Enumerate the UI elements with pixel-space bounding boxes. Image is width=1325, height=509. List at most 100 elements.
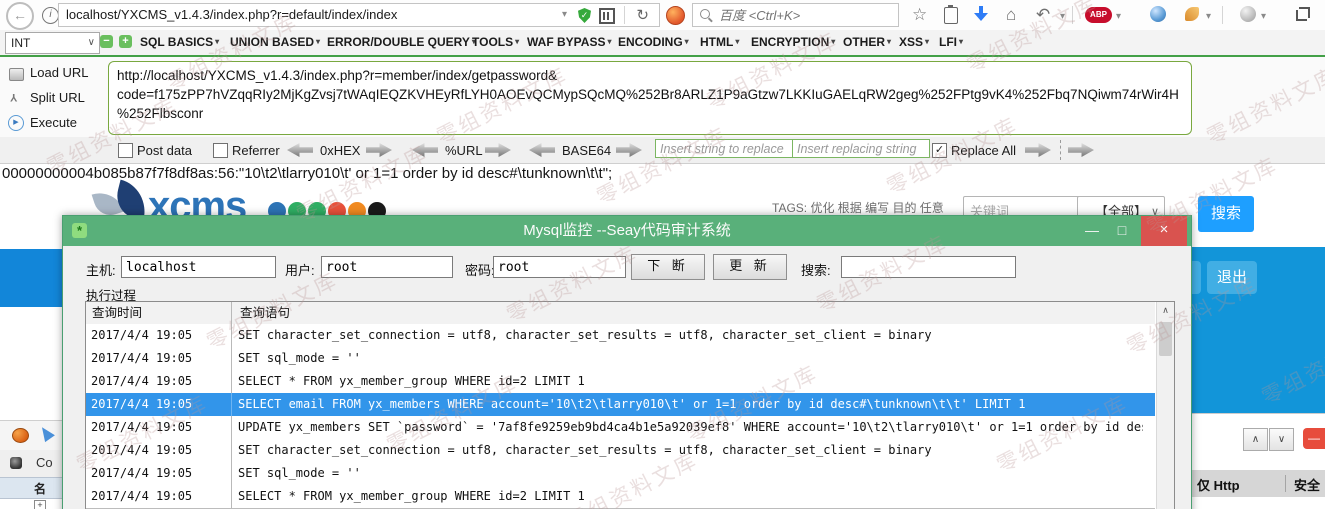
split-url-icon: Y xyxy=(10,91,17,103)
site-search-button[interactable]: 搜索 xyxy=(1198,196,1254,232)
menu-encoding[interactable]: ENCODING xyxy=(618,35,689,49)
home-icon[interactable]: ⌂ xyxy=(1006,5,1016,25)
back-icon[interactable]: ← xyxy=(6,2,34,30)
step-up-icon[interactable]: ∧ xyxy=(1243,428,1268,451)
search-input[interactable] xyxy=(717,5,896,25)
split-url-button[interactable]: Split URL xyxy=(30,90,85,105)
inspect-cursor-icon[interactable] xyxy=(37,424,55,442)
adblock-dropdown-icon[interactable]: ▾ xyxy=(1116,11,1121,22)
cell-time: 2017/4/4 19:05 xyxy=(86,370,232,393)
replace-from-input[interactable] xyxy=(655,139,793,158)
menu-waf-bypass[interactable]: WAF BYPASS xyxy=(527,35,611,49)
hackbar-url-textarea[interactable]: http://localhost/YXCMS_v1.4.3/index.php?… xyxy=(108,61,1192,135)
host-input[interactable] xyxy=(121,256,276,278)
replace-run2-arrow-icon[interactable] xyxy=(1068,143,1094,157)
menu-union-based[interactable]: UNION BASED xyxy=(230,35,320,49)
window-titlebar[interactable]: * Mysql监控 --Seay代码审计系统 — □ × xyxy=(63,216,1191,246)
table-row[interactable]: 2017/4/4 19:05 SET sql_mode = '' xyxy=(86,462,1155,486)
load-url-button[interactable]: Load URL xyxy=(30,65,89,80)
proxy-globe-icon[interactable] xyxy=(1150,6,1166,22)
menu-html[interactable]: HTML xyxy=(700,35,739,49)
execute-button[interactable]: Execute xyxy=(30,115,77,130)
remove-button[interactable]: — xyxy=(1303,428,1325,449)
cell-time: 2017/4/4 19:05 xyxy=(86,393,232,416)
shield-icon[interactable]: ✓ xyxy=(578,8,591,23)
menu-lfi[interactable]: LFI xyxy=(939,35,963,49)
tags-line: TAGS: 优化 根据 编写 目的 任意 xyxy=(772,199,944,216)
devtools-icon[interactable] xyxy=(10,457,22,469)
cell-sql: SELECT email FROM yx_members WHERE accou… xyxy=(238,393,1143,416)
table-row-selected[interactable]: 2017/4/4 19:05 SELECT email FROM yx_memb… xyxy=(86,393,1155,417)
menu-other[interactable]: OTHER xyxy=(843,35,891,49)
exit-button[interactable]: 退出 xyxy=(1207,261,1257,294)
table-row[interactable]: 2017/4/4 19:05 SELECT * FROM yx_member_g… xyxy=(86,370,1155,394)
bookmark-star-icon[interactable]: ☆ xyxy=(912,5,927,25)
table-row[interactable]: 2017/4/4 19:05 UPDATE yx_members SET `pa… xyxy=(86,416,1155,440)
search-box[interactable] xyxy=(692,3,899,27)
browser-toolbar: ← i localhost/YXCMS_v1.4.3/index.php?r=d… xyxy=(0,0,1325,31)
replace-to-input[interactable] xyxy=(792,139,930,158)
paintbrush-dropdown-icon[interactable]: ▾ xyxy=(1206,11,1211,22)
menu-sql-basics[interactable]: SQL BASICS xyxy=(140,35,219,49)
history-dropdown-icon[interactable]: ▾ xyxy=(1060,11,1065,22)
plus-icon[interactable]: + xyxy=(119,35,132,48)
url-bar[interactable]: localhost/YXCMS_v1.4.3/index.php?r=defau… xyxy=(58,3,660,27)
console-tab[interactable]: Co xyxy=(36,455,53,470)
url-decode-arrow-icon[interactable] xyxy=(412,143,438,157)
translate-globe-icon[interactable] xyxy=(1240,6,1256,22)
password-input[interactable] xyxy=(493,256,626,278)
post-data-checkbox[interactable] xyxy=(118,143,133,158)
divider xyxy=(624,6,625,24)
hex-decode-arrow-icon[interactable] xyxy=(287,143,313,157)
menu-tools[interactable]: TOOLS xyxy=(472,35,519,49)
noscript-icon[interactable] xyxy=(666,6,685,25)
scrollbar-thumb[interactable] xyxy=(1159,322,1172,356)
firebug-icon[interactable] xyxy=(12,428,29,443)
update-button[interactable]: 更 新 xyxy=(713,254,787,280)
translate-dropdown-icon[interactable]: ▾ xyxy=(1261,11,1266,22)
maximize-button[interactable]: □ xyxy=(1109,216,1135,246)
name-column-label: 名 xyxy=(34,480,46,497)
select-arrow-icon: ∨ xyxy=(88,33,95,53)
divider xyxy=(1222,6,1223,24)
monitor-search-input[interactable] xyxy=(841,256,1016,278)
info-icon[interactable]: i xyxy=(42,7,59,24)
url-text[interactable]: localhost/YXCMS_v1.4.3/index.php?r=defau… xyxy=(66,7,397,22)
menu-error-double-query[interactable]: ERROR/DOUBLE QUERY xyxy=(327,35,476,49)
menu-xss[interactable]: XSS xyxy=(899,35,929,49)
replace-all-checkbox[interactable]: ✓ xyxy=(932,143,947,158)
url-dropdown-icon[interactable]: ▾ xyxy=(562,9,567,20)
reload-icon[interactable]: ↻ xyxy=(636,6,649,24)
close-button[interactable]: × xyxy=(1141,216,1187,246)
url-encode-arrow-icon[interactable] xyxy=(485,143,511,157)
base64-encode-arrow-icon[interactable] xyxy=(616,143,642,157)
qr-code-icon[interactable] xyxy=(599,8,615,24)
serialized-output-text: 00000000004b085b87f7f8df8as:56:"10\t2\tl… xyxy=(2,165,612,182)
table-row[interactable]: 2017/4/4 19:05 SET sql_mode = '' xyxy=(86,347,1155,371)
screenshot-crop-icon[interactable] xyxy=(1295,7,1310,22)
step-down-icon[interactable]: ∨ xyxy=(1269,428,1294,451)
table-row[interactable]: 2017/4/4 19:05 SET character_set_connect… xyxy=(86,324,1155,348)
adblock-icon[interactable]: ABP xyxy=(1085,7,1112,23)
history-icon[interactable]: ↶ xyxy=(1036,5,1050,25)
minus-icon[interactable]: − xyxy=(100,35,113,48)
tree-expand-icon[interactable]: + xyxy=(34,500,46,509)
table-row[interactable]: 2017/4/4 19:05 SELECT * FROM yx_member_g… xyxy=(86,485,1155,509)
download-icon[interactable] xyxy=(974,6,988,22)
paintbrush-icon[interactable] xyxy=(1185,7,1199,21)
break-button[interactable]: 下 断 xyxy=(631,254,705,280)
scroll-up-icon[interactable]: ∧ xyxy=(1157,302,1174,319)
table-scrollbar[interactable]: ∧ xyxy=(1156,302,1174,509)
user-input[interactable] xyxy=(321,256,453,278)
minimize-button[interactable]: — xyxy=(1079,216,1105,246)
table-row[interactable]: 2017/4/4 19:05 SET character_set_connect… xyxy=(86,439,1155,463)
preset-select[interactable]: INT ∨ xyxy=(5,32,100,54)
query-table-header: 查询时间 查询语句 xyxy=(86,302,1155,325)
referrer-checkbox[interactable] xyxy=(213,143,228,158)
hex-encode-arrow-icon[interactable] xyxy=(366,143,392,157)
replace-run-arrow-icon[interactable] xyxy=(1025,143,1051,157)
base64-decode-arrow-icon[interactable] xyxy=(529,143,555,157)
bookmarks-menu-icon[interactable] xyxy=(944,7,958,24)
screenshot-root: ← i localhost/YXCMS_v1.4.3/index.php?r=d… xyxy=(0,0,1325,509)
menu-encryption[interactable]: ENCRYPTION xyxy=(751,35,835,49)
